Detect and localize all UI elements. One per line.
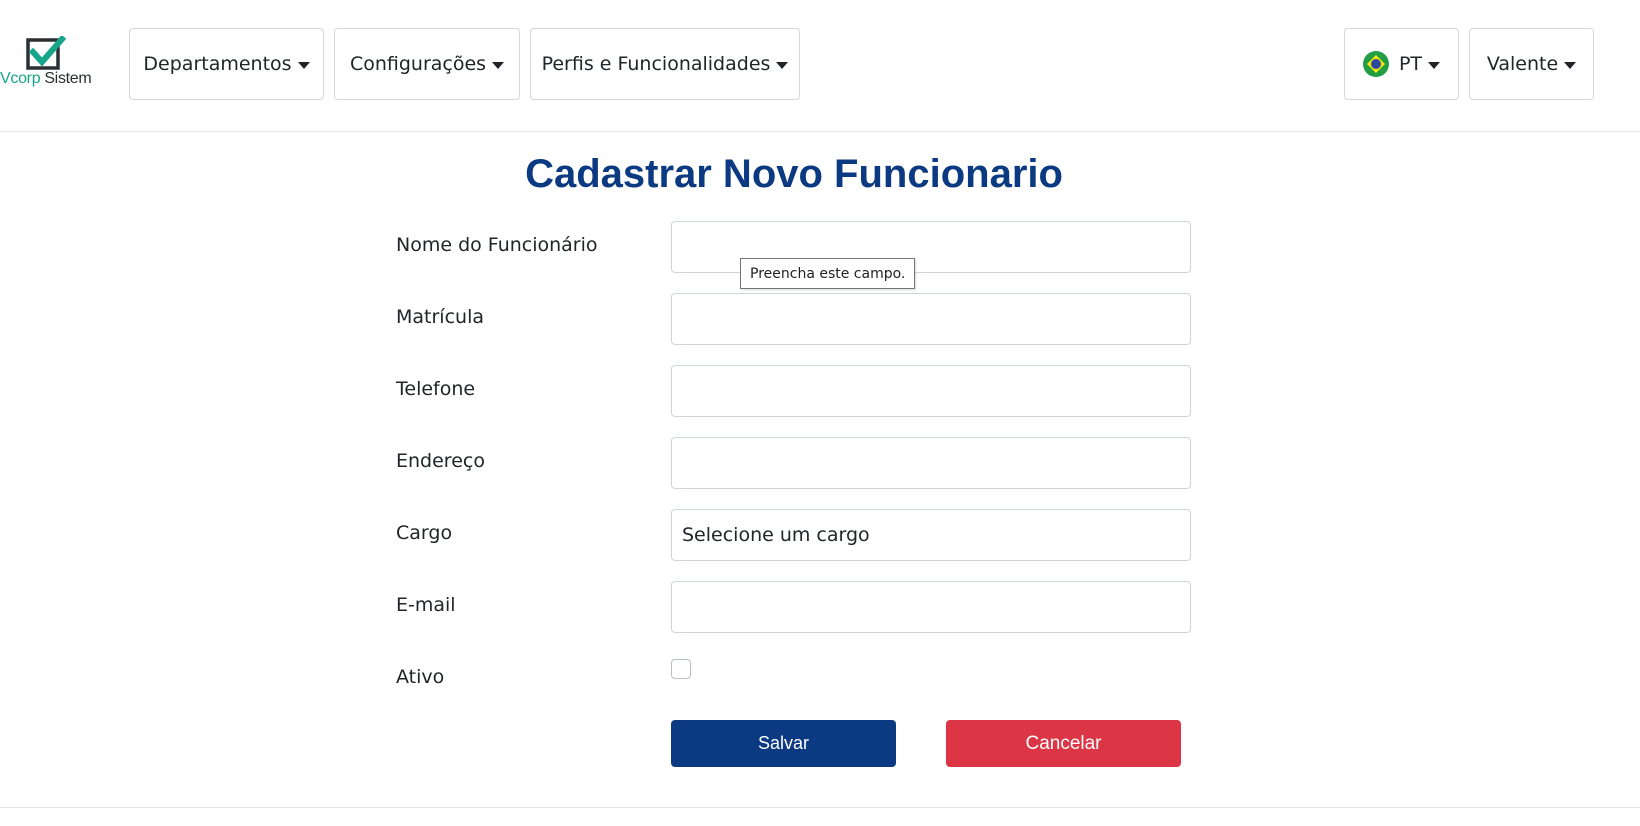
endereco-label: Endereço (396, 450, 485, 472)
cargo-selected-value: Selecione um cargo (682, 524, 870, 546)
perfis-label: Perfis e Funcionalidades (541, 53, 771, 75)
perfis-dropdown[interactable]: Perfis e Funcionalidades (530, 28, 800, 100)
endereco-input[interactable] (671, 437, 1191, 489)
page-title: Cadastrar Novo Funcionario (525, 152, 1063, 196)
caret-down-icon (297, 61, 310, 69)
cargo-select[interactable]: Selecione um cargo (671, 509, 1191, 561)
ativo-checkbox[interactable] (671, 659, 691, 679)
matricula-label: Matrícula (396, 306, 484, 328)
configuracoes-label: Configurações (349, 53, 487, 75)
caret-down-icon (492, 61, 505, 69)
brazil-flag-icon (1362, 51, 1389, 77)
cancel-button[interactable]: Cancelar (946, 720, 1181, 767)
user-dropdown[interactable]: Valente (1469, 28, 1594, 100)
save-button[interactable]: Salvar (671, 720, 896, 767)
footer-divider (0, 807, 1640, 808)
matricula-input[interactable] (671, 293, 1191, 345)
telefone-input[interactable] (671, 365, 1191, 417)
brand-name-part2: Sistem (44, 70, 92, 87)
brand-name-part1: Vcorp (0, 70, 41, 87)
validation-tooltip: Preencha este campo. (740, 258, 916, 289)
caret-down-icon (776, 61, 789, 69)
telefone-label: Telefone (396, 378, 476, 400)
nome-label: Nome do Funcionário (396, 234, 598, 256)
brand-name[interactable]: Vcorp Sistem (0, 70, 92, 88)
caret-down-icon (1564, 61, 1577, 69)
departamentos-dropdown[interactable]: Departamentos (129, 28, 324, 100)
cargo-label: Cargo (396, 522, 453, 544)
email-label: E-mail (396, 594, 456, 616)
top-navbar: Vcorp Sistem Departamentos Configurações … (0, 0, 1640, 132)
caret-down-icon (1428, 61, 1441, 69)
language-dropdown[interactable]: PT (1344, 28, 1459, 100)
configuracoes-dropdown[interactable]: Configurações (334, 28, 520, 100)
language-label: PT (1398, 53, 1423, 75)
departamentos-label: Departamentos (143, 53, 292, 75)
user-name: Valente (1486, 53, 1559, 75)
ativo-label: Ativo (396, 666, 445, 688)
email-input[interactable] (671, 581, 1191, 633)
